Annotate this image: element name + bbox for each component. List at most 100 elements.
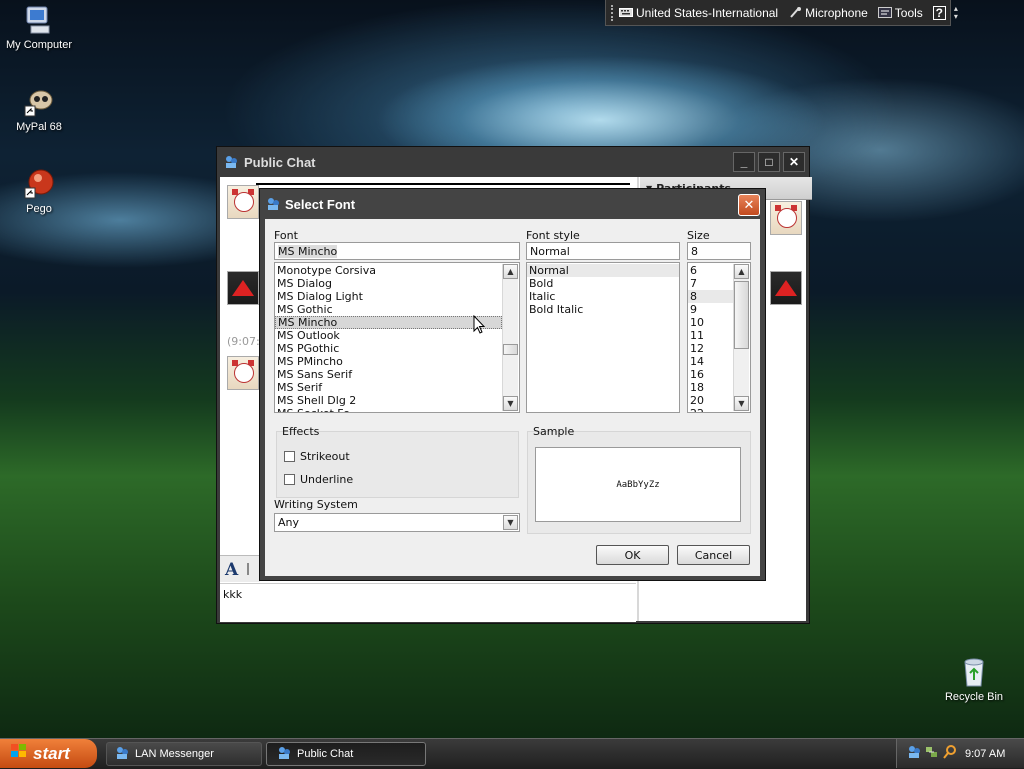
start-label: start <box>33 743 70 763</box>
scroll-thumb[interactable] <box>503 344 518 355</box>
font-list-item[interactable]: Monotype Corsiva <box>275 264 502 277</box>
desktop-icon-my-computer[interactable]: My Computer <box>0 4 79 51</box>
size-list-item[interactable]: 8 <box>688 290 733 303</box>
font-style-list-item[interactable]: Bold <box>527 277 679 290</box>
size-list[interactable]: 67891011121416182022 ▲ ▼ <box>687 262 751 413</box>
size-list-scrollbar[interactable]: ▲ ▼ <box>733 264 749 411</box>
taskbar-item-label: Public Chat <box>297 748 354 760</box>
font-sample-preview: AaBbYyZz <box>535 447 741 522</box>
font-list-item[interactable]: MS Socket Fo <box>275 407 502 412</box>
recycle-bin-icon <box>958 656 990 688</box>
size-list-item[interactable]: 22 <box>688 407 733 412</box>
font-list-scrollbar[interactable]: ▲ ▼ <box>502 264 518 411</box>
tools-button[interactable]: Tools <box>877 6 923 20</box>
chat-window-titlebar[interactable]: Public Chat _ □ ✕ <box>217 147 809 177</box>
desktop-icon-label: MyPal 68 <box>16 121 62 133</box>
size-label: Size <box>687 229 710 242</box>
scroll-up-icon[interactable]: ▲ <box>734 264 749 279</box>
font-style-input[interactable]: Normal <box>526 242 680 260</box>
font-style-list-item[interactable]: Normal <box>527 264 679 277</box>
scroll-up-icon[interactable]: ▲ <box>503 264 518 279</box>
size-list-item[interactable]: 7 <box>688 277 733 290</box>
font-style-list-item[interactable]: Italic <box>527 290 679 303</box>
language-selector[interactable]: United States-International <box>619 6 778 20</box>
writing-system-value: Any <box>278 516 300 529</box>
size-list-item[interactable]: 16 <box>688 368 733 381</box>
desktop-icon-label: Pego <box>26 203 52 215</box>
language-bar-options-icon[interactable]: ▴ ▾ <box>954 4 958 21</box>
message-input[interactable]: kkk <box>220 583 636 622</box>
network-tray-icon[interactable] <box>925 745 939 762</box>
mouse-cursor-icon <box>473 315 486 334</box>
minimize-button[interactable]: _ <box>733 152 755 172</box>
font-list-item[interactable]: MS Outlook <box>275 329 502 342</box>
font-label: Font <box>274 229 298 242</box>
underline-check-box[interactable] <box>284 474 295 485</box>
font-list-item[interactable]: MS Serif <box>275 381 502 394</box>
microphone-label: Microphone <box>805 5 868 20</box>
ok-button[interactable]: OK <box>596 545 669 565</box>
font-dialog-titlebar[interactable]: Select Font <box>260 189 765 219</box>
font-list-item[interactable]: MS Shell Dlg 2 <box>275 394 502 407</box>
search-tray-icon[interactable] <box>943 745 957 762</box>
lan-messenger-icon <box>266 197 280 211</box>
size-list-item[interactable]: 10 <box>688 316 733 329</box>
desktop-icon-recycle-bin[interactable]: Recycle Bin <box>934 656 1014 703</box>
size-list-item[interactable]: 14 <box>688 355 733 368</box>
font-style-list[interactable]: Normal Bold Italic Bold Italic <box>526 262 680 413</box>
scroll-thumb[interactable] <box>734 281 749 349</box>
lan-messenger-icon <box>115 746 129 763</box>
underline-checkbox[interactable]: Underline <box>284 473 353 486</box>
font-list-item[interactable]: MS PMincho <box>275 355 502 368</box>
font-list-item[interactable]: MS PGothic <box>275 342 502 355</box>
avatar <box>227 356 259 390</box>
writing-system-select[interactable]: Any ▼ <box>274 513 520 532</box>
taskbar-item-lan-messenger[interactable]: LAN Messenger <box>106 742 262 766</box>
desktop-icon-label: My Computer <box>5 39 73 51</box>
font-list-item[interactable]: MS Gothic <box>275 303 502 316</box>
windows-logo-icon <box>10 743 28 764</box>
chat-toolbar: A <box>220 555 260 582</box>
font-list[interactable]: Monotype Corsiva MS Dialog MS Dialog Light… <box>274 262 520 413</box>
strikeout-checkbox[interactable]: Strikeout <box>284 450 350 463</box>
chevron-down-icon[interactable]: ▼ <box>503 515 518 530</box>
avatar <box>227 185 259 219</box>
clock[interactable]: 9:07 AM <box>965 748 1005 760</box>
font-list-item[interactable]: MS Sans Serif <box>275 368 502 381</box>
size-list-item[interactable]: 6 <box>688 264 733 277</box>
font-list-item[interactable]: MS Dialog <box>275 277 502 290</box>
size-list-item[interactable]: 18 <box>688 381 733 394</box>
maximize-button[interactable]: □ <box>758 152 780 172</box>
language-bar-grip[interactable] <box>611 4 613 21</box>
size-list-item[interactable]: 9 <box>688 303 733 316</box>
strikeout-check-box[interactable] <box>284 451 295 462</box>
desktop-icon-mypal[interactable]: MyPal 68 <box>0 86 79 133</box>
font-icon[interactable]: A <box>225 560 238 580</box>
font-name-value: MS Mincho <box>278 245 338 258</box>
lan-messenger-tray-icon[interactable] <box>907 745 921 762</box>
message-timestamp: (9:07: <box>227 335 260 348</box>
help-button[interactable]: ? <box>932 5 946 20</box>
size-list-item[interactable]: 12 <box>688 342 733 355</box>
cancel-button[interactable]: Cancel <box>677 545 750 565</box>
dialog-close-button[interactable]: ✕ <box>738 194 760 216</box>
close-button[interactable]: ✕ <box>783 152 805 172</box>
scroll-down-icon[interactable]: ▼ <box>734 396 749 411</box>
participant-avatar[interactable] <box>770 271 802 305</box>
font-list-item[interactable]: MS Mincho <box>275 316 502 329</box>
font-list-item[interactable]: MS Dialog Light <box>275 290 502 303</box>
taskbar-item-public-chat[interactable]: Public Chat <box>266 742 426 766</box>
size-input[interactable]: 8 <box>687 242 751 260</box>
font-style-list-item[interactable]: Bold Italic <box>527 303 679 316</box>
size-list-item[interactable]: 11 <box>688 329 733 342</box>
emoticon-icon[interactable] <box>247 563 259 575</box>
font-dialog-body: Font MS Mincho Monotype Corsiva MS Dialog… <box>265 219 760 576</box>
microphone-button[interactable]: Microphone <box>788 6 868 20</box>
scroll-down-icon[interactable]: ▼ <box>503 396 518 411</box>
help-label: ? <box>932 5 946 20</box>
participant-avatar[interactable] <box>770 201 802 235</box>
desktop-icon-pego[interactable]: Pego <box>0 168 79 215</box>
font-name-input[interactable]: MS Mincho <box>274 242 520 260</box>
size-list-item[interactable]: 20 <box>688 394 733 407</box>
start-button[interactable]: start <box>0 739 97 768</box>
